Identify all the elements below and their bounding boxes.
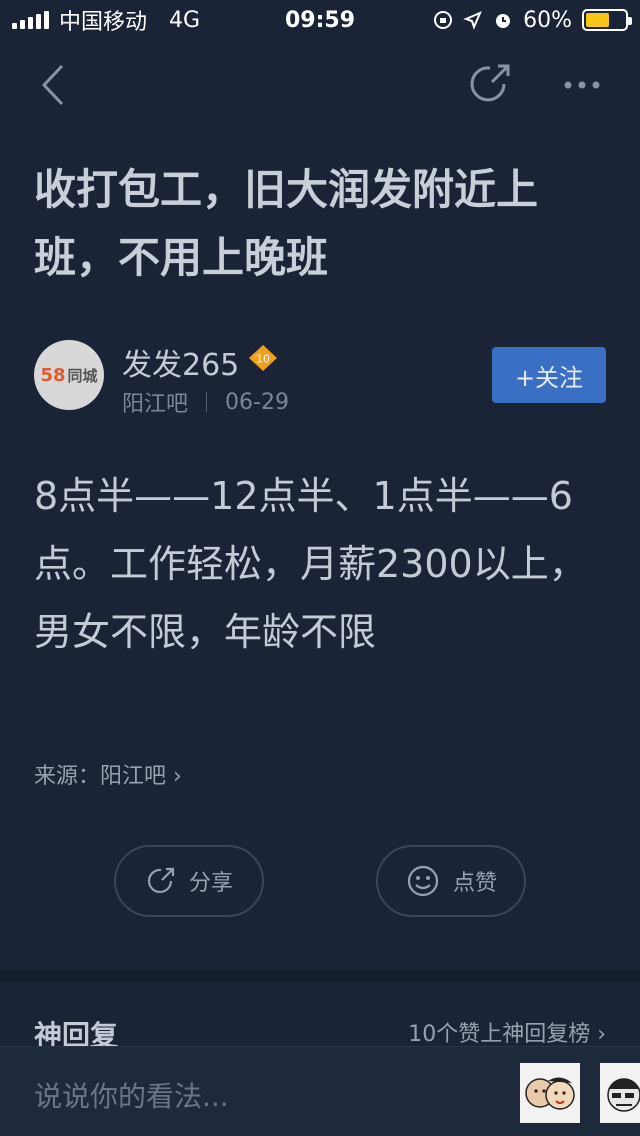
battery-icon bbox=[582, 9, 632, 31]
alarm-icon bbox=[496, 14, 511, 28]
sticker-icon[interactable] bbox=[600, 1063, 640, 1123]
orientation-lock-icon bbox=[434, 11, 453, 29]
like-icon bbox=[407, 865, 439, 897]
comment-input[interactable]: 说说你的看法... bbox=[34, 1075, 229, 1115]
level-badge-text: 10 bbox=[256, 353, 270, 366]
share-label: 分享 bbox=[188, 871, 233, 896]
share-icon[interactable] bbox=[466, 60, 514, 108]
status-bar: 中国移动 4G 09:59 60% bbox=[0, 0, 640, 40]
more-icon[interactable] bbox=[558, 62, 606, 108]
avatar-logo-number: 58 bbox=[40, 364, 66, 386]
forum-name[interactable]: 阳江吧 bbox=[122, 386, 188, 418]
god-reply-link[interactable]: 10个赞上神回复榜 › bbox=[408, 1016, 606, 1048]
source-link[interactable]: 来源：阳江吧 › bbox=[34, 758, 182, 790]
avatar[interactable]: 58 同城 bbox=[34, 340, 104, 410]
follow-button[interactable]: +关注 bbox=[492, 347, 606, 403]
battery-percent: 60% bbox=[523, 7, 572, 33]
post-title: 收打包工，旧大润发附近上班，不用上晚班 bbox=[34, 165, 539, 282]
sticker-icon[interactable] bbox=[520, 1063, 580, 1123]
network-label: 4G bbox=[169, 7, 201, 33]
meta-divider bbox=[206, 392, 208, 412]
battery-fill bbox=[586, 13, 609, 27]
section-divider bbox=[0, 970, 640, 982]
back-chevron-icon[interactable] bbox=[34, 62, 74, 108]
nav-bar bbox=[0, 40, 640, 130]
status-left: 中国移动 4G bbox=[12, 4, 200, 36]
location-icon bbox=[463, 11, 482, 30]
like-label: 点赞 bbox=[452, 871, 497, 896]
level-badge-icon: 10 bbox=[249, 345, 277, 371]
post-date: 06-29 bbox=[225, 389, 289, 415]
comment-bar: 说说你的看法... bbox=[0, 1046, 640, 1136]
author-meta: 阳江吧 06-29 bbox=[122, 386, 289, 418]
share-button[interactable]: 分享 bbox=[114, 845, 264, 917]
carrier-label: 中国移动 bbox=[59, 10, 148, 35]
share-icon bbox=[147, 867, 175, 893]
post-content: 8点半——12点半、1点半——6点。工作轻松，月薪2300以上，男女不限，年龄不… bbox=[34, 474, 587, 654]
avatar-logo-brand: 同城 bbox=[67, 366, 98, 385]
author-name[interactable]: 发发265 bbox=[122, 340, 239, 384]
signal-icon bbox=[12, 11, 49, 29]
status-right: 60% bbox=[433, 7, 632, 33]
like-button[interactable]: 点赞 bbox=[376, 845, 526, 917]
